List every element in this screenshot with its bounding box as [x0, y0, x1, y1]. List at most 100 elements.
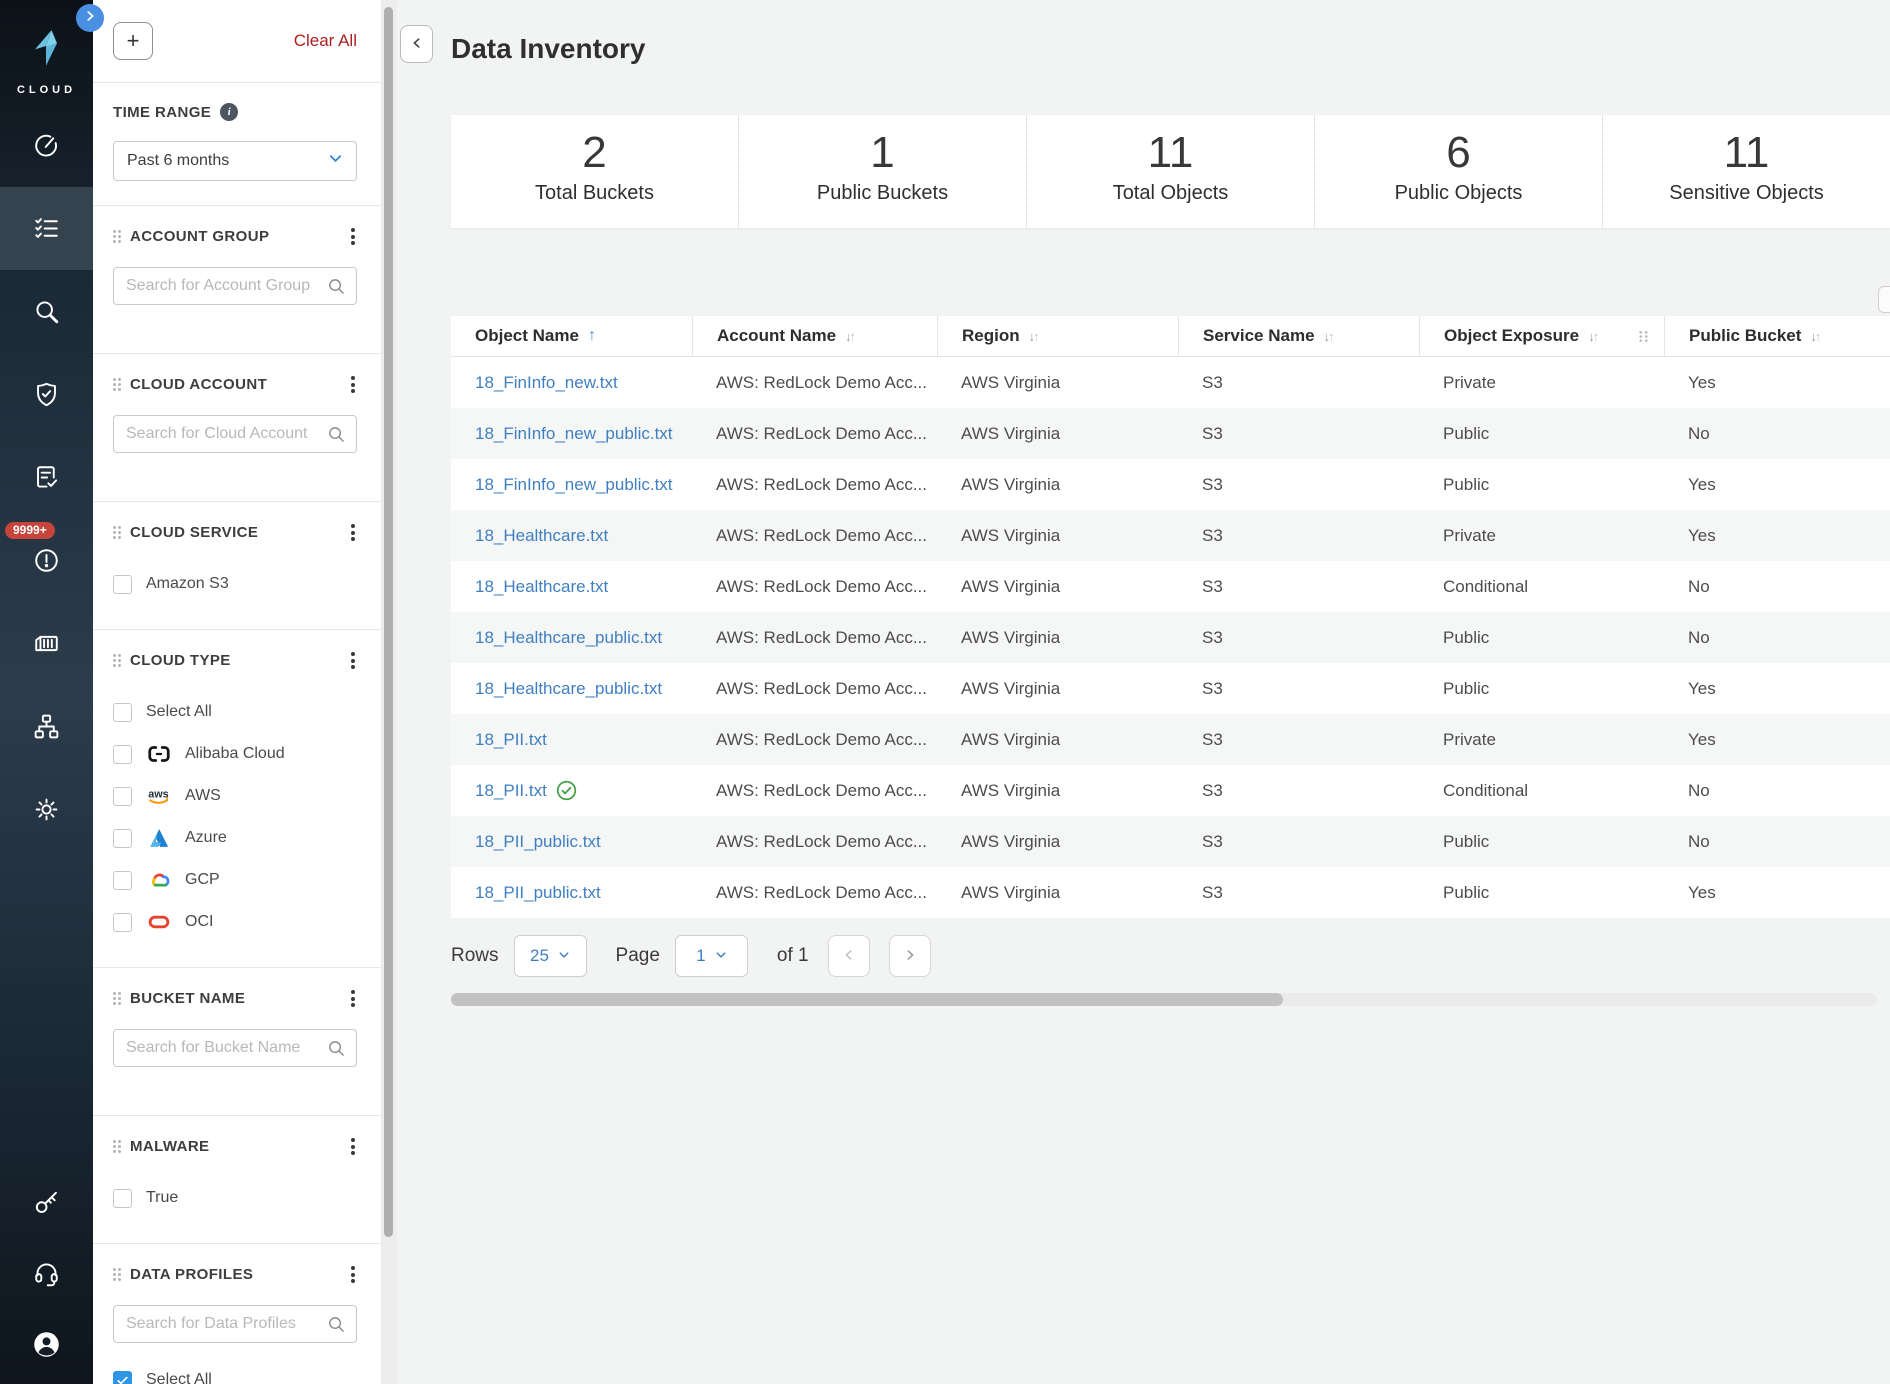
cell-public_bucket: Yes	[1664, 459, 1890, 510]
column-header-object_name[interactable]: Object Name↑	[451, 316, 692, 356]
object-name-link[interactable]: 18_FinInfo_new.txt	[475, 373, 618, 393]
table-row: 18_PII_public.txtAWS: RedLock Demo Acc..…	[451, 816, 1890, 867]
checkbox-option-select-all[interactable]: Select All	[113, 691, 357, 733]
time-range-select[interactable]: Past 6 months	[113, 141, 357, 181]
sidebar-item-dashboard[interactable]	[0, 104, 93, 187]
object-name-link[interactable]: 18_Healthcare.txt	[475, 526, 608, 546]
sidebar-item-inventory[interactable]	[0, 187, 93, 270]
checkbox-unchecked[interactable]	[113, 575, 132, 594]
sidebar-item-compute[interactable]	[0, 602, 93, 685]
checkbox-option-true[interactable]: True	[113, 1177, 357, 1219]
object-name-link[interactable]: 18_Healthcare_public.txt	[475, 628, 662, 648]
checkbox-option-gcp[interactable]: GCP	[113, 859, 357, 901]
column-header-account_name[interactable]: Account Name↓↑	[692, 316, 937, 356]
cell-public_bucket: Yes	[1664, 867, 1890, 918]
alibaba-logo	[146, 742, 171, 767]
sidebar-item-network[interactable]	[0, 685, 93, 768]
drag-handle-icon[interactable]	[113, 378, 121, 391]
data-profiles-search-input[interactable]	[113, 1305, 357, 1343]
checkbox-option-amazon-s3[interactable]: Amazon S3	[113, 563, 357, 605]
cloud-logo-icon	[24, 26, 68, 75]
object-name-link[interactable]: 18_PII.txt	[475, 781, 547, 801]
prisma-cloud-logo[interactable]: CLOUD	[17, 0, 76, 96]
column-header-public_bucket[interactable]: Public Bucket↓↑	[1664, 316, 1890, 356]
checkbox-option-azure[interactable]: Azure	[113, 817, 357, 859]
search-icon	[327, 425, 346, 449]
drag-handle-icon[interactable]	[113, 1140, 121, 1153]
checkbox-unchecked[interactable]	[113, 871, 132, 890]
cell-account_name: AWS: RedLock Demo Acc...	[692, 765, 937, 816]
object-name-link[interactable]: 18_Healthcare_public.txt	[475, 679, 662, 699]
cell-region: AWS Virginia	[937, 510, 1178, 561]
total-pages-label: of 1	[777, 945, 809, 967]
kebab-menu-icon[interactable]	[349, 374, 357, 395]
kebab-menu-icon[interactable]	[349, 650, 357, 671]
sidebar-item-alerts[interactable]: 9999+	[0, 519, 93, 602]
object-name-link[interactable]: 18_PII_public.txt	[475, 832, 601, 852]
object-name-link[interactable]: 18_Healthcare.txt	[475, 577, 608, 597]
drag-handle-icon[interactable]	[113, 992, 121, 1005]
object-name-link[interactable]: 18_PII_public.txt	[475, 883, 601, 903]
page-select[interactable]: 1	[675, 935, 748, 977]
column-settings-button[interactable]	[1878, 286, 1890, 313]
add-filter-button[interactable]: +	[113, 22, 153, 60]
table-row: 18_FinInfo_new_public.txtAWS: RedLock De…	[451, 459, 1890, 510]
kebab-menu-icon[interactable]	[349, 1136, 357, 1157]
sidebar-item-policies[interactable]	[0, 353, 93, 436]
checkbox-unchecked[interactable]	[113, 745, 132, 764]
checkbox-option-select-all[interactable]: Select All	[113, 1359, 357, 1384]
main-nav-sidebar: CLOUD 9999+	[0, 0, 93, 1384]
sidebar-item-support[interactable]	[0, 1238, 93, 1309]
collapse-filters-button[interactable]	[400, 25, 433, 63]
checkbox-unchecked[interactable]	[113, 703, 132, 722]
stat-total-buckets: 2Total Buckets	[451, 115, 738, 228]
cell-object_exposure: Public	[1419, 408, 1664, 459]
stat-value: 2	[451, 128, 738, 177]
checkbox-option-alibaba-cloud[interactable]: Alibaba Cloud	[113, 733, 357, 775]
kebab-menu-icon[interactable]	[349, 1264, 357, 1285]
checkbox-unchecked[interactable]	[113, 829, 132, 848]
scrollbar-thumb[interactable]	[451, 993, 1283, 1006]
account-group-search-input[interactable]	[113, 267, 357, 305]
sidebar-item-access-keys[interactable]	[0, 1167, 93, 1238]
cell-public_bucket: Yes	[1664, 510, 1890, 561]
sidebar-item-settings[interactable]	[0, 768, 93, 851]
next-page-button[interactable]	[889, 935, 931, 977]
checkbox-option-oci[interactable]: OCI	[113, 901, 357, 943]
kebab-menu-icon[interactable]	[349, 226, 357, 247]
checkbox-unchecked[interactable]	[113, 913, 132, 932]
drag-handle-icon[interactable]	[113, 526, 121, 539]
rows-per-page-select[interactable]: 25	[514, 935, 587, 977]
previous-page-button[interactable]	[828, 935, 870, 977]
checkbox-unchecked[interactable]	[113, 1189, 132, 1208]
drag-handle-icon[interactable]	[113, 654, 121, 667]
checkbox-unchecked[interactable]	[113, 787, 132, 806]
cloud-account-search-input[interactable]	[113, 415, 357, 453]
object-name-link[interactable]: 18_PII.txt	[475, 730, 547, 750]
scrollbar-thumb[interactable]	[384, 7, 393, 1237]
checkbox-option-aws[interactable]: awsAWS	[113, 775, 357, 817]
sidebar-item-investigate[interactable]	[0, 270, 93, 353]
sidebar-item-profile[interactable]	[0, 1309, 93, 1380]
expand-filters-button[interactable]	[76, 4, 104, 32]
info-icon[interactable]: i	[220, 103, 238, 121]
column-drag-icon[interactable]	[1637, 330, 1650, 343]
column-header-object_exposure[interactable]: Object Exposure↓↑	[1419, 316, 1664, 356]
sidebar-item-compliance[interactable]	[0, 436, 93, 519]
column-header-service_name[interactable]: Service Name↓↑	[1178, 316, 1419, 356]
kebab-menu-icon[interactable]	[349, 522, 357, 543]
clear-all-link[interactable]: Clear All	[294, 31, 357, 51]
option-label: Select All	[146, 1371, 212, 1384]
drag-handle-icon[interactable]	[113, 230, 121, 243]
filter-panel: + Clear All TIME RANGE i Past 6 months A…	[93, 0, 381, 1384]
drag-handle-icon[interactable]	[113, 1268, 121, 1281]
column-header-region[interactable]: Region↓↑	[937, 316, 1178, 356]
checkbox-checked[interactable]	[113, 1371, 132, 1384]
kebab-menu-icon[interactable]	[349, 988, 357, 1009]
object-name-link[interactable]: 18_FinInfo_new_public.txt	[475, 424, 673, 444]
search-icon	[327, 1039, 346, 1063]
object-name-link[interactable]: 18_FinInfo_new_public.txt	[475, 475, 673, 495]
cell-service_name: S3	[1178, 510, 1419, 561]
bucket-name-search-input[interactable]	[113, 1029, 357, 1067]
user-icon	[31, 1329, 62, 1360]
